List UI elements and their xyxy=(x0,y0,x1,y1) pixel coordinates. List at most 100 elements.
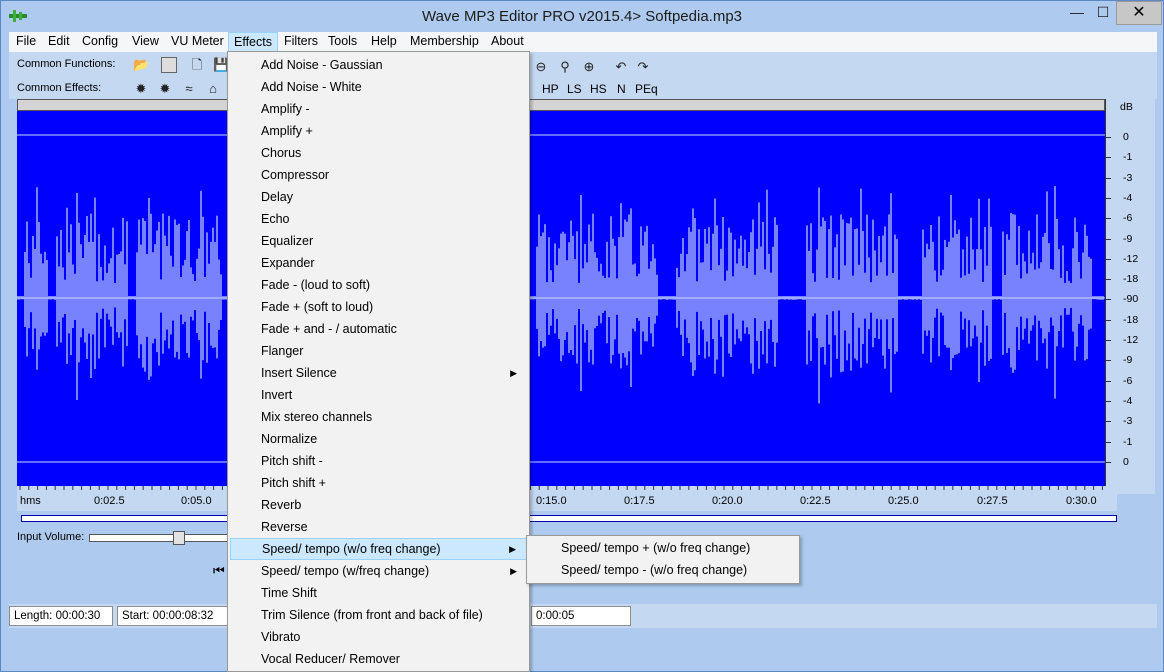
effects-menu-item-label: Vocal Reducer/ Remover xyxy=(261,652,400,666)
effects-menu-item[interactable]: Speed/ tempo (w/freq change) ▶ xyxy=(230,560,527,582)
effects-menu-item[interactable]: Chorus xyxy=(230,142,527,164)
effects-menu-item[interactable]: Reverb xyxy=(230,494,527,516)
building-icon[interactable]: ⌂ xyxy=(205,81,221,97)
effects-menu-item[interactable]: Mix stereo channels xyxy=(230,406,527,428)
effects-menu-item[interactable]: Trim Silence (from front and back of fil… xyxy=(230,604,527,626)
filter-n-button[interactable]: N xyxy=(617,82,626,96)
db-unit-label: dB xyxy=(1120,101,1133,113)
menu-view[interactable]: View xyxy=(132,34,159,48)
menu-effects[interactable]: Effects xyxy=(228,32,278,52)
zoom-in-icon[interactable]: ⊕ xyxy=(581,59,597,75)
filter-hs-button[interactable]: HS xyxy=(590,82,607,96)
playback-position-bar[interactable] xyxy=(21,515,1117,522)
effects-menu-item-label: Amplify - xyxy=(261,102,310,116)
effects-menu-item[interactable]: Flanger xyxy=(230,340,527,362)
menu-tools[interactable]: Tools xyxy=(328,34,357,48)
filter-ls-button[interactable]: LS xyxy=(567,82,582,96)
db-tick-mark xyxy=(1106,279,1111,281)
effects-menu-item-label: Amplify + xyxy=(261,124,313,138)
effects-dropdown-menu: Add Noise - Gaussian Add Noise - White Amp… xyxy=(227,51,530,672)
db-tick-label: -4 xyxy=(1123,191,1133,204)
filter-hp-button[interactable]: HP xyxy=(542,82,559,96)
effects-menu-item[interactable]: Delay xyxy=(230,186,527,208)
effects-menu-item[interactable]: Vibrato xyxy=(230,626,527,648)
effects-menu-item[interactable]: Fade + (soft to loud) xyxy=(230,296,527,318)
effects-menu-item-label: Speed/ tempo (w/freq change) xyxy=(261,564,430,578)
db-tick-label: -9 xyxy=(1123,354,1133,367)
menu-help[interactable]: Help xyxy=(371,34,397,48)
effect-sun-2-icon[interactable]: ✹ xyxy=(157,81,173,97)
db-tick-mark xyxy=(1106,421,1111,423)
open-folder-icon[interactable]: 📂 xyxy=(133,57,149,73)
effects-menu-item[interactable]: Reverse xyxy=(230,516,527,538)
effects-menu-item[interactable]: Invert xyxy=(230,384,527,406)
menu-config[interactable]: Config xyxy=(82,34,118,48)
effects-menu-item-label: Trim Silence (from front and back of fil… xyxy=(261,608,483,622)
zoom-icon[interactable]: ⚲ xyxy=(557,59,573,75)
time-label: 0:30.0 xyxy=(1066,495,1097,507)
time-label: 0:27.5 xyxy=(977,495,1008,507)
effects-menu-item[interactable]: Amplify - xyxy=(230,98,527,120)
status-length: Length: 00:00:30 xyxy=(9,606,113,626)
wave-icon[interactable]: ≈ xyxy=(181,81,197,97)
menu-edit[interactable]: Edit xyxy=(48,34,70,48)
menu-file[interactable]: File xyxy=(16,34,36,48)
effects-menu-item[interactable]: Add Noise - White xyxy=(230,76,527,98)
blank-icon[interactable] xyxy=(161,57,177,73)
effects-menu-item-label: Fade + (soft to loud) xyxy=(261,300,374,314)
effects-menu-item[interactable]: Fade - (loud to soft) xyxy=(230,274,527,296)
waveform-svg xyxy=(17,134,1105,463)
effects-menu-item-label: Pitch shift - xyxy=(261,454,323,468)
db-tick-mark xyxy=(1106,340,1111,341)
time-label-hms: hms xyxy=(20,495,41,507)
close-button[interactable]: ✕ xyxy=(1116,1,1162,25)
submenu-speed-tempo-minus[interactable]: Speed/ tempo - (w/o freq change) xyxy=(529,559,797,581)
waveform-display[interactable] xyxy=(17,111,1105,486)
effects-menu-item[interactable]: Pitch shift - xyxy=(230,450,527,472)
effects-menu-item-label: Add Noise - Gaussian xyxy=(261,58,383,72)
zoom-out-icon[interactable]: ⊖ xyxy=(533,59,549,75)
input-volume-thumb[interactable] xyxy=(173,531,185,545)
effects-menu-item[interactable]: Compressor xyxy=(230,164,527,186)
effects-menu-item[interactable]: Insert Silence ▶ xyxy=(230,362,527,384)
horizontal-scrollbar[interactable] xyxy=(17,99,1105,111)
time-label: 0:20.0 xyxy=(712,495,743,507)
new-file-icon[interactable]: 🗋 xyxy=(189,57,205,73)
db-scale: dB 0 -1 -3 -4 -6 -9 -12 -18 -90 -18 -12 -9 -6 -4 -3 -1 0 xyxy=(1105,99,1155,494)
effects-menu-item[interactable]: Equalizer xyxy=(230,230,527,252)
effects-menu-item[interactable]: Amplify + xyxy=(230,120,527,142)
effects-menu-item[interactable]: Normalize xyxy=(230,428,527,450)
menu-filters[interactable]: Filters xyxy=(284,34,318,48)
effects-menu-item[interactable]: Pitch shift + xyxy=(230,472,527,494)
input-volume-slider[interactable] xyxy=(89,534,229,542)
db-tick-mark xyxy=(1106,218,1111,220)
effects-menu-item[interactable]: Speed/ tempo (w/o freq change) ▶ xyxy=(230,538,527,560)
submenu-speed-tempo-plus[interactable]: Speed/ tempo + (w/o freq change) xyxy=(529,537,797,559)
db-tick-mark xyxy=(1106,258,1111,260)
title-bar[interactable]: Wave MP3 Editor PRO v2015.4> Softpedia.m… xyxy=(1,1,1163,32)
menu-bar: File Edit Config View VU Meter Effects F… xyxy=(9,32,1157,52)
time-label: 0:25.0 xyxy=(888,495,919,507)
undo-icon[interactable]: ↶ xyxy=(613,59,629,75)
effects-menu-item[interactable]: Fade + and - / automatic xyxy=(230,318,527,340)
menu-vu-meter[interactable]: VU Meter xyxy=(171,34,224,48)
menu-membership[interactable]: Membership xyxy=(410,34,479,48)
effects-menu-item[interactable]: Time Shift xyxy=(230,582,527,604)
effects-menu-item[interactable]: Expander xyxy=(230,252,527,274)
maximize-button[interactable]: ☐ xyxy=(1090,1,1116,25)
window-title: Wave MP3 Editor PRO v2015.4> Softpedia.m… xyxy=(421,8,743,25)
submenu-arrow-icon: ▶ xyxy=(510,368,517,378)
menu-about[interactable]: About xyxy=(491,34,524,48)
filter-peq-button[interactable]: PEq xyxy=(635,82,658,96)
toolbar-area: Common Functions: Common Effects: 📂 🗋 💾 … xyxy=(9,52,1157,99)
minimize-button[interactable]: — xyxy=(1064,1,1090,25)
effects-menu-item-label: Equalizer xyxy=(261,234,314,248)
effects-menu-item[interactable]: Echo xyxy=(230,208,527,230)
db-tick-label: -1 xyxy=(1123,151,1133,164)
effects-menu-item[interactable]: Vocal Reducer/ Remover xyxy=(230,648,527,670)
time-label: 0:02.5 xyxy=(94,495,125,507)
effect-sun-icon[interactable]: ✹ xyxy=(133,81,149,97)
status-start: Start: 00:00:08:32 xyxy=(117,606,229,626)
effects-menu-item[interactable]: Add Noise - Gaussian xyxy=(230,54,527,76)
redo-icon[interactable]: ↷ xyxy=(635,59,651,75)
